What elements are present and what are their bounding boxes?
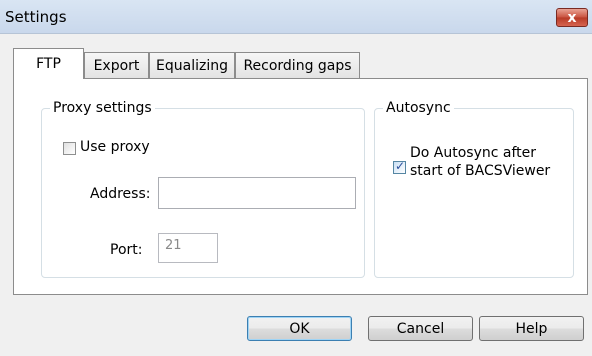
tab-ftp[interactable]: FTP [13, 48, 84, 79]
close-icon: x [567, 9, 577, 26]
tab-equalizing[interactable]: Equalizing [149, 52, 235, 78]
window-title: Settings [5, 8, 67, 26]
ok-button-label: OK [289, 320, 310, 337]
tab-export[interactable]: Export [84, 52, 149, 78]
use-proxy-label[interactable]: Use proxy [80, 139, 150, 155]
cancel-button[interactable]: Cancel [368, 316, 473, 341]
ftp-tab-panel: Proxy settings Use proxy Address: Port: … [13, 78, 588, 295]
proxy-settings-title: Proxy settings [50, 100, 155, 116]
port-input: 21 [158, 233, 218, 263]
autosync-checkbox[interactable] [393, 159, 406, 174]
port-value: 21 [165, 238, 182, 253]
proxy-settings-group: Proxy settings Use proxy Address: Port: … [41, 100, 365, 278]
ok-button[interactable]: OK [247, 316, 352, 341]
settings-dialog: Settings x FTP Export Equalizing Recordi… [0, 0, 592, 356]
help-button-label: Help [515, 320, 548, 337]
cancel-button-label: Cancel [396, 320, 445, 337]
address-label: Address: [90, 186, 151, 202]
tab-equalizing-label: Equalizing [156, 57, 228, 74]
tab-ftp-label: FTP [36, 56, 61, 72]
tab-export-label: Export [93, 57, 140, 74]
port-label: Port: [110, 242, 143, 258]
tab-recording-gaps-label: Recording gaps [243, 57, 352, 74]
address-input[interactable] [158, 177, 356, 209]
autosync-label-line2[interactable]: start of BACSViewer [410, 163, 550, 179]
tab-recording-gaps[interactable]: Recording gaps [235, 52, 360, 78]
autosync-title: Autosync [383, 100, 454, 116]
title-bar: Settings x [0, 0, 592, 34]
help-button[interactable]: Help [479, 316, 584, 341]
autosync-label-line1[interactable]: Do Autosync after [410, 145, 536, 161]
use-proxy-checkbox[interactable] [63, 142, 76, 155]
close-button[interactable]: x [556, 8, 588, 27]
autosync-group: Autosync Do Autosync after start of BACS… [374, 100, 574, 278]
